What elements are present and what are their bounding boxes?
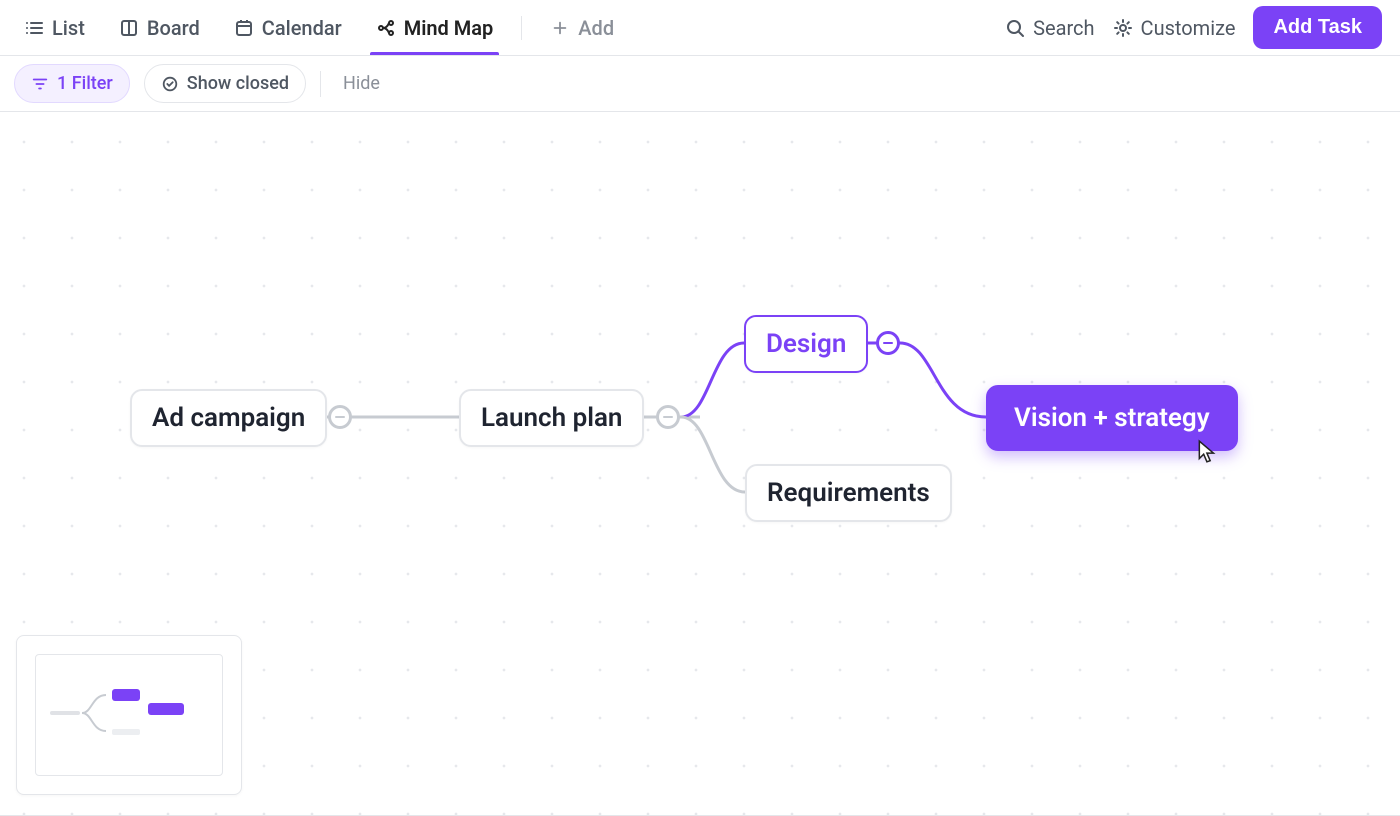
- board-icon: [119, 18, 139, 38]
- tab-label: List: [52, 16, 85, 40]
- gear-icon: [1113, 18, 1133, 38]
- node-vision-strategy[interactable]: Vision + strategy: [986, 385, 1238, 451]
- tab-calendar[interactable]: Calendar: [228, 2, 348, 54]
- customize-button[interactable]: Customize: [1113, 16, 1236, 40]
- tab-label: Mind Map: [404, 16, 494, 40]
- divider: [521, 16, 522, 40]
- check-circle-icon: [161, 75, 179, 93]
- add-task-button[interactable]: Add Task: [1253, 6, 1382, 49]
- tab-list[interactable]: List: [18, 2, 91, 54]
- minimap-viewport: [35, 654, 223, 776]
- hide-button[interactable]: Hide: [335, 73, 380, 94]
- node-ad-campaign[interactable]: Ad campaign: [130, 389, 327, 447]
- expand-toggle[interactable]: [656, 405, 680, 429]
- filter-label: 1 Filter: [57, 73, 113, 94]
- plus-icon: [550, 18, 570, 38]
- filter-icon: [31, 75, 49, 93]
- tab-label: Add: [578, 16, 614, 40]
- list-icon: [24, 18, 44, 38]
- view-tabs: List Board Calendar: [18, 2, 620, 54]
- calendar-icon: [234, 18, 254, 38]
- show-closed-chip[interactable]: Show closed: [144, 64, 306, 103]
- show-closed-label: Show closed: [187, 73, 289, 94]
- topbar-actions: Search Customize Add Task: [1005, 6, 1382, 49]
- action-label: Customize: [1141, 16, 1236, 40]
- tab-label: Calendar: [262, 16, 342, 40]
- filter-chip[interactable]: 1 Filter: [14, 64, 130, 103]
- tab-add-view[interactable]: Add: [544, 2, 620, 54]
- node-requirements[interactable]: Requirements: [745, 464, 952, 522]
- search-icon: [1005, 18, 1025, 38]
- action-label: Search: [1033, 16, 1094, 40]
- node-design[interactable]: Design: [744, 315, 868, 373]
- mind-map-icon: [376, 18, 396, 38]
- tab-label: Board: [147, 16, 200, 40]
- tab-board[interactable]: Board: [113, 2, 206, 54]
- minimap[interactable]: [16, 635, 242, 795]
- search-button[interactable]: Search: [1005, 16, 1094, 40]
- mind-map-canvas[interactable]: Ad campaign Launch plan Design Requireme…: [0, 112, 1400, 816]
- toolbar: 1 Filter Show closed Hide: [0, 56, 1400, 112]
- expand-toggle[interactable]: [328, 405, 352, 429]
- node-launch-plan[interactable]: Launch plan: [459, 389, 644, 447]
- tab-mind-map[interactable]: Mind Map: [370, 2, 500, 54]
- expand-toggle[interactable]: [876, 331, 900, 355]
- view-tabs-bar: List Board Calendar: [0, 0, 1400, 56]
- divider: [320, 71, 321, 97]
